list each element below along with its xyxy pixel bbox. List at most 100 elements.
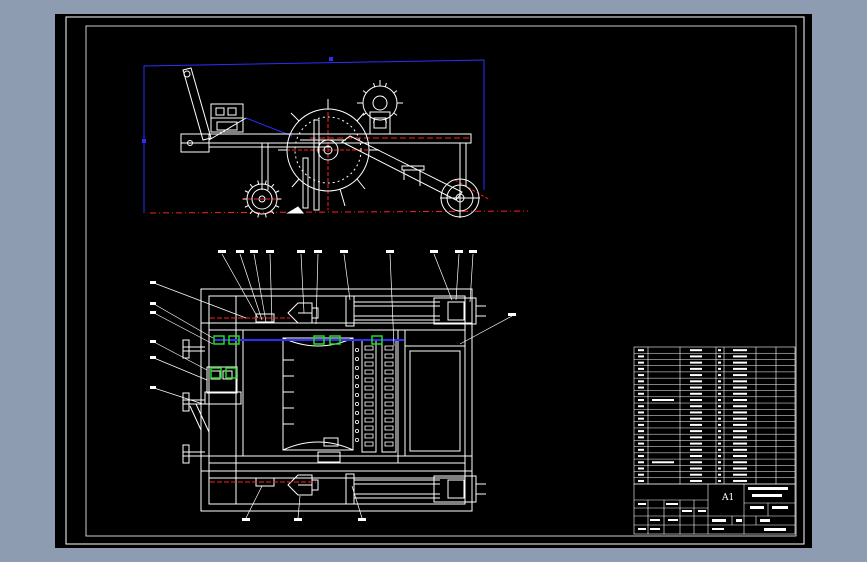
balloon-tag	[150, 356, 156, 359]
title-block-marks	[638, 487, 788, 531]
leader-line	[433, 253, 453, 301]
roller	[384, 353, 394, 359]
leader-line	[153, 303, 214, 339]
qty-mark	[718, 448, 721, 451]
qty-mark	[718, 417, 721, 420]
qty-mark	[718, 430, 721, 433]
material-mark	[733, 442, 747, 445]
cad-drawing: A1	[65, 16, 805, 545]
balloon-tag	[314, 250, 322, 253]
roller	[384, 425, 394, 431]
part-name-mark	[690, 405, 702, 408]
part-name-mark	[690, 436, 702, 439]
part-name-mark	[690, 423, 702, 426]
side-elevation-view	[142, 57, 529, 218]
part-name-mark	[690, 448, 702, 451]
leader-line	[253, 253, 267, 323]
sprocket-tooth	[270, 183, 275, 188]
item-number-mark	[638, 374, 644, 377]
leader-line	[153, 357, 208, 381]
sprocket-tooth	[257, 213, 260, 218]
item-number-mark	[638, 448, 644, 451]
balloon-tag	[218, 250, 226, 253]
item-number-mark	[638, 461, 644, 464]
material-mark	[733, 411, 747, 414]
balloon-tag	[150, 302, 156, 305]
drawing-outer-border	[65, 16, 805, 545]
balloon-tag	[150, 311, 156, 314]
roller	[384, 393, 394, 399]
roller-pin	[354, 392, 359, 397]
roller	[364, 353, 374, 359]
roller-elements	[354, 345, 394, 447]
leader-line	[153, 387, 204, 405]
part-name-mark	[690, 392, 702, 395]
qty-mark	[718, 367, 721, 370]
material-mark	[733, 417, 747, 420]
balloon-tag	[150, 281, 156, 284]
item-number-mark	[638, 386, 644, 389]
screen-box	[404, 345, 466, 457]
qty-mark	[718, 374, 721, 377]
drum-plan	[282, 337, 354, 451]
part-name-mark	[690, 355, 702, 358]
material-mark	[733, 461, 747, 464]
material-mark	[733, 392, 747, 395]
roller-pin	[354, 410, 359, 415]
roller	[364, 401, 374, 407]
sprocket-tooth	[264, 213, 267, 218]
leader-line	[221, 253, 259, 319]
balloon-tag	[358, 518, 366, 521]
part-name-mark	[690, 398, 702, 401]
balloon-tag	[294, 518, 302, 521]
sprocket-tooth	[249, 183, 254, 188]
item-number-mark	[638, 392, 644, 395]
item-number-mark	[638, 405, 644, 408]
qty-mark	[718, 349, 721, 352]
item-number-mark	[638, 430, 644, 433]
material-mark	[733, 386, 747, 389]
part-name-mark	[690, 411, 702, 414]
item-number-mark	[638, 367, 644, 370]
balloon-tag	[340, 250, 348, 253]
sprocket-tooth	[275, 205, 280, 208]
balloon-tag	[242, 518, 250, 521]
part-name-mark	[690, 374, 702, 377]
cad-viewport[interactable]: A1	[55, 14, 812, 548]
roller	[364, 393, 374, 399]
material-mark	[733, 455, 747, 458]
material-mark	[733, 367, 747, 370]
qty-mark	[718, 423, 721, 426]
sprocket-tooth	[244, 190, 249, 193]
qty-mark	[718, 442, 721, 445]
roller-pin	[354, 347, 359, 352]
item-number-mark	[638, 417, 644, 420]
item-number-mark	[638, 455, 644, 458]
item-number-mark	[638, 355, 644, 358]
sprocket-tooth	[264, 180, 267, 185]
item-number-mark	[638, 411, 644, 414]
roller-pin	[354, 374, 359, 379]
material-mark	[733, 479, 747, 482]
material-mark	[733, 349, 747, 352]
qty-mark	[718, 455, 721, 458]
pulley-tooth	[373, 82, 376, 87]
part-name-mark	[690, 442, 702, 445]
balloon-tag	[508, 313, 516, 316]
material-mark	[733, 361, 747, 364]
roller-pin	[354, 356, 359, 361]
plan-view	[182, 288, 486, 512]
balloon-tag	[430, 250, 438, 253]
qty-mark	[718, 380, 721, 383]
roller	[384, 433, 394, 439]
roller-pin	[354, 401, 359, 406]
roller	[364, 441, 374, 447]
material-mark	[733, 398, 747, 401]
leader-line	[153, 312, 214, 345]
part-name-mark	[690, 430, 702, 433]
qty-mark	[718, 398, 721, 401]
part-name-mark	[690, 479, 702, 482]
upper-pulley	[362, 85, 398, 121]
leader-line	[300, 253, 305, 314]
item-number-mark	[638, 361, 644, 364]
